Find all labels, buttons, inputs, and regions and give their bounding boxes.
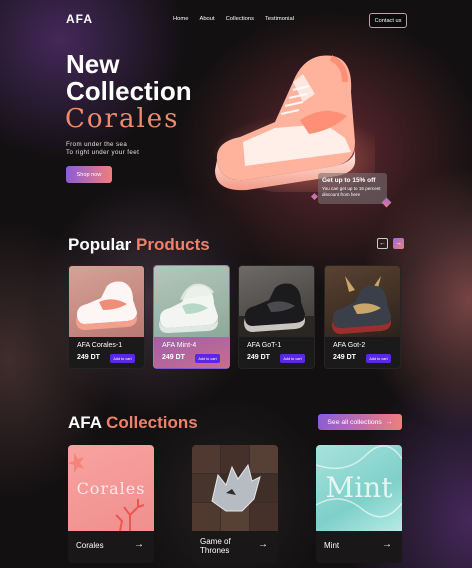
add-to-cart-button[interactable]: Add to cart — [280, 354, 305, 363]
arrow-right-icon[interactable]: → — [258, 539, 268, 550]
product-name: AFA Got-2 — [333, 342, 366, 349]
product-card-got-2[interactable]: AFA Got-2 249 DT Add to cart — [324, 265, 401, 369]
promo-desc-line2: discount from here — [322, 191, 361, 197]
product-card-got-1[interactable]: AFA GoT-1 249 DT Add to cart — [238, 265, 315, 369]
add-to-cart-button[interactable]: Add to cart — [195, 354, 220, 363]
product-price: 249 DT — [333, 354, 356, 361]
page: AFA Home About Collections Testimonial C… — [0, 0, 472, 568]
see-all-label: See all collections — [327, 418, 382, 426]
popular-title-accent: Products — [136, 235, 210, 254]
wolf-sigil-image — [192, 445, 278, 531]
collections-title: AFA Collections — [68, 413, 198, 433]
sneaker-image — [332, 276, 391, 334]
hero-accent-title: Corales — [65, 104, 180, 134]
product-card-mint-4[interactable]: AFA Mint-4 249 DT Add to cart — [153, 265, 230, 369]
sneaker-image — [239, 283, 314, 337]
hero-title-line1: New — [66, 49, 120, 79]
nav-collections[interactable]: Collections — [226, 16, 254, 22]
product-image — [239, 266, 314, 337]
product-image — [69, 266, 144, 337]
promo-diamond-decoration — [381, 197, 392, 208]
add-to-cart-button[interactable]: Add to cart — [366, 354, 391, 363]
collection-image: Corales — [68, 445, 154, 531]
carousel-next-button[interactable]: → — [393, 238, 404, 249]
hero-subtitle-line2: To right under your feet — [66, 149, 140, 156]
collection-label: Corales — [76, 541, 104, 550]
collection-card-game-of-thrones[interactable]: Game of Thrones → — [192, 445, 278, 563]
nav-about[interactable]: About — [199, 16, 214, 22]
popular-title-main: Popular — [68, 235, 132, 254]
arrow-right-icon: → — [395, 240, 402, 247]
shop-now-button[interactable]: Shop now — [66, 166, 112, 183]
see-all-collections-button[interactable]: See all collections → — [318, 414, 402, 430]
collections-title-accent: Collections — [106, 413, 198, 432]
product-name: AFA GoT-1 — [247, 342, 282, 349]
arrow-right-icon[interactable]: → — [134, 539, 144, 550]
contact-button[interactable]: Contact us — [369, 13, 407, 28]
product-price: 249 DT — [162, 354, 185, 361]
collection-label: Mint — [324, 541, 340, 550]
collections-title-main: AFA — [68, 413, 102, 432]
sneaker-image — [159, 283, 218, 333]
sneaker-image — [76, 281, 137, 330]
carousel-prev-button[interactable]: ← — [377, 238, 388, 249]
arrow-right-icon: → — [385, 418, 393, 426]
product-card-corales-1[interactable]: AFA Corales-1 249 DT Add to cart — [68, 265, 145, 369]
arrow-left-icon: ← — [379, 240, 386, 247]
collection-watermark: Mint — [325, 471, 393, 504]
add-to-cart-button[interactable]: Add to cart — [110, 354, 135, 363]
product-image — [325, 266, 400, 337]
popular-products-title: Popular Products — [68, 235, 210, 255]
product-price: 249 DT — [247, 354, 270, 361]
hero-subtitle: From under the sea To right under your f… — [66, 141, 139, 157]
collection-card-mint[interactable]: Mint Mint → — [316, 445, 402, 563]
hero-title-line2: Collection — [66, 76, 192, 106]
collection-label-line2: Thrones — [200, 546, 230, 555]
logo[interactable]: AFA — [66, 12, 93, 26]
nav-home[interactable]: Home — [173, 16, 188, 22]
arrow-right-icon[interactable]: → — [382, 539, 392, 550]
nav-testimonial[interactable]: Testimonial — [265, 16, 294, 22]
promo-title: Get up to 15% off — [322, 177, 376, 184]
promo-desc-line1: You can get up to 15 percent — [322, 186, 381, 191]
hero-title: New Collection — [66, 51, 192, 105]
hero-subtitle-line1: From under the sea — [66, 141, 128, 148]
promo-diamond-small — [310, 192, 319, 201]
product-name: AFA Corales-1 — [77, 342, 123, 349]
collection-card-corales[interactable]: Corales Corales → — [68, 445, 154, 563]
collection-label-line1: Game of — [200, 537, 231, 546]
hero-sneaker-image — [215, 55, 375, 192]
product-price: 249 DT — [77, 354, 100, 361]
collection-image — [192, 445, 278, 531]
collection-watermark: Corales — [76, 479, 146, 498]
collection-image: Mint — [316, 445, 402, 531]
main-nav: Home About Collections Testimonial — [173, 16, 294, 22]
collection-label: Game of Thrones — [200, 537, 231, 555]
discount-promo-card[interactable]: Get up to 15% off You can get up to 15 p… — [318, 173, 387, 204]
product-name: AFA Mint-4 — [162, 342, 197, 349]
product-image — [154, 266, 229, 337]
